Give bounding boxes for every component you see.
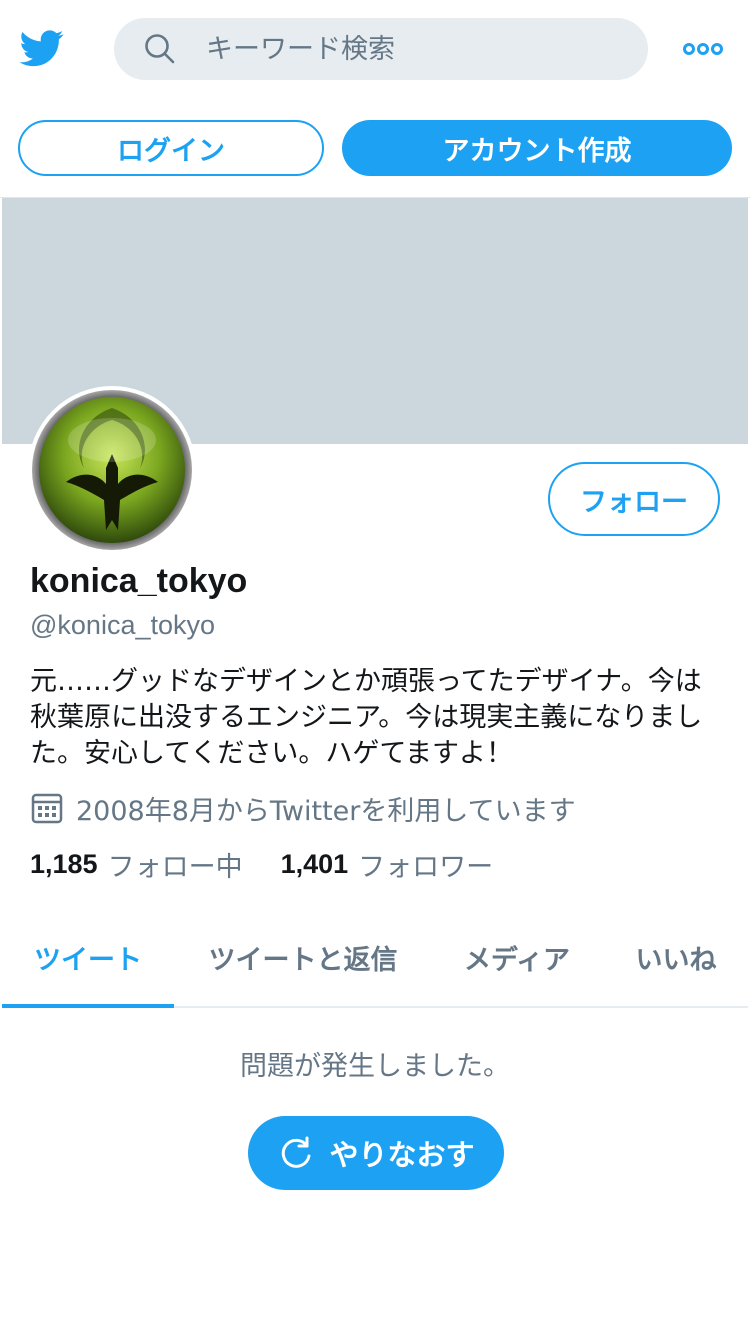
following-count: 1,185	[30, 848, 98, 879]
followers-link[interactable]: 1,401 フォロワー	[281, 845, 494, 884]
search-box[interactable]	[114, 18, 648, 80]
profile-tabs: ツイート ツイートと返信 メディア いいね	[2, 908, 748, 1008]
join-date: 2008年8月からTwitterを利用しています	[30, 790, 576, 827]
top-bar	[0, 0, 750, 98]
retry-label: やりなおす	[329, 1138, 475, 1172]
refresh-icon	[282, 1136, 311, 1168]
followers-label: フォロワー	[358, 851, 494, 883]
avatar-image	[32, 390, 192, 550]
error-message: 問題が発生しました。	[240, 1051, 510, 1082]
search-input[interactable]	[206, 18, 626, 80]
user-handle: @konica_tokyo	[30, 610, 216, 640]
tab-tweets-and-replies[interactable]: ツイートと返信	[192, 908, 414, 1006]
tab-media[interactable]: メディア	[442, 908, 592, 1006]
retry-button[interactable]: やりなおす	[248, 1116, 504, 1190]
calendar-icon	[31, 793, 63, 824]
profile-bio: 元……グッドなデザインとか頑張ってたデザイナ。今は秋葉原に出没するエンジニア。今…	[30, 666, 703, 769]
more-icon[interactable]	[682, 38, 724, 60]
profile-page: ログイン アカウント作成 フォロー ko	[0, 0, 750, 1334]
login-button[interactable]: ログイン	[18, 120, 324, 176]
search-icon	[145, 34, 175, 64]
join-date-text: 2008年8月からTwitterを利用しています	[76, 795, 576, 827]
tab-likes[interactable]: いいね	[620, 908, 732, 1006]
signup-button[interactable]: アカウント作成	[342, 120, 732, 176]
follow-button[interactable]: フォロー	[548, 462, 720, 536]
auth-bar: ログイン アカウント作成	[0, 98, 750, 198]
avatar[interactable]	[28, 386, 196, 554]
following-link[interactable]: 1,185 フォロー中	[30, 845, 243, 884]
followers-count: 1,401	[280, 848, 349, 879]
follow-stats: 1,185 フォロー中 1,401 フォロワー	[30, 845, 494, 884]
following-label: フォロー中	[107, 851, 243, 883]
display-name: konica_tokyo	[30, 562, 248, 600]
twitter-bird-icon[interactable]	[18, 26, 66, 70]
tab-tweets[interactable]: ツイート	[2, 908, 174, 1008]
